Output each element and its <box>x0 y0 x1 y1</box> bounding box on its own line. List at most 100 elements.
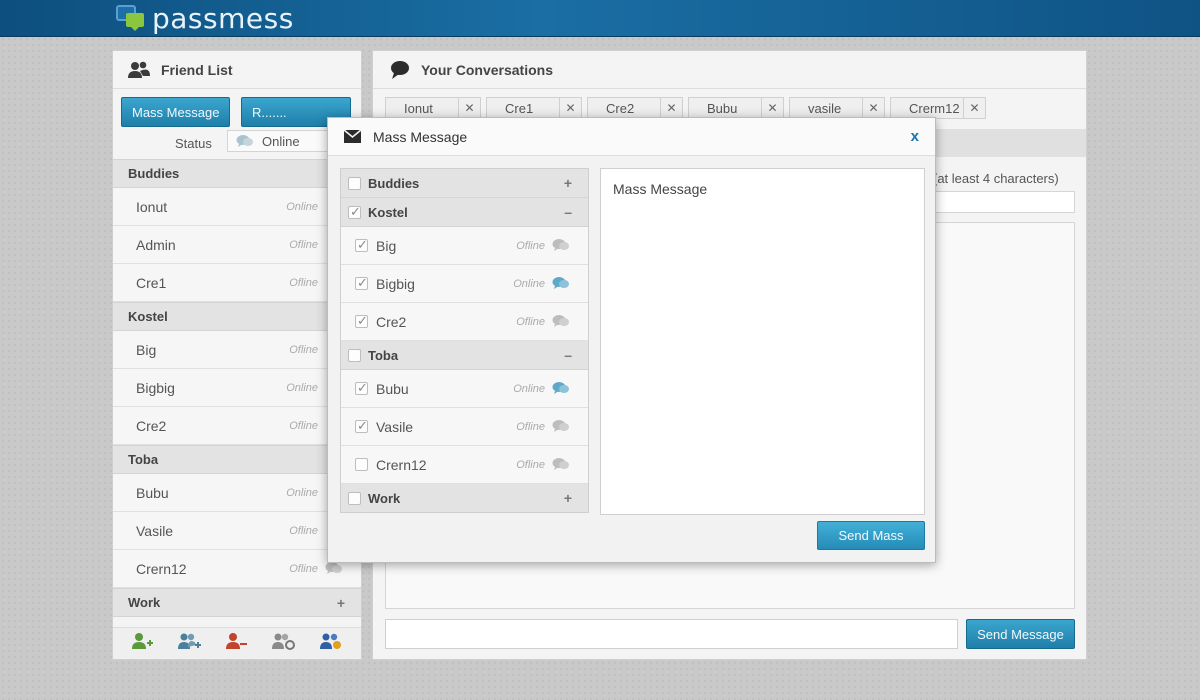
group-checkbox[interactable] <box>348 492 361 505</box>
collapse-icon[interactable]: – <box>564 347 572 363</box>
recipient-name: Big <box>376 237 397 254</box>
close-icon[interactable]: ✕ <box>458 98 480 118</box>
recipient-checkbox[interactable]: ✓ <box>355 313 368 328</box>
friend-row[interactable]: Crern12 Ofline <box>113 550 361 588</box>
conversation-tab[interactable]: Crerm12 ✕ <box>890 97 986 119</box>
chat-bubble-icon[interactable] <box>552 238 570 255</box>
friend-list-header: Friend List <box>113 51 361 89</box>
friend-status: Ofline <box>289 419 318 432</box>
friend-status: Online <box>286 200 318 213</box>
conversation-tab[interactable]: Cre2 ✕ <box>587 97 683 119</box>
recipient-item[interactable]: ✓ Bigbig Online <box>341 265 588 303</box>
group-work[interactable]: Work + <box>113 588 361 617</box>
close-icon[interactable]: ✕ <box>963 98 985 118</box>
expand-icon[interactable]: + <box>564 490 572 506</box>
status-label: Status <box>175 136 212 151</box>
recipient-item[interactable]: ✓ Bubu Online <box>341 370 588 408</box>
chat-bubble-icon[interactable] <box>325 561 343 578</box>
chat-bubble-icon[interactable] <box>552 314 570 331</box>
tab-label: Ionut <box>404 100 433 116</box>
friend-name: Crern12 <box>136 560 187 577</box>
recipient-status: Ofline <box>516 458 545 471</box>
settings-group-icon[interactable] <box>319 632 343 655</box>
logo[interactable]: passmess <box>116 1 294 35</box>
speech-bubble-icon <box>389 60 411 80</box>
close-dialog-button[interactable]: x <box>911 128 919 145</box>
friends-icon <box>127 61 151 79</box>
conversation-tab[interactable]: Bubu ✕ <box>688 97 784 119</box>
recipient-checkbox[interactable]: ✓ <box>355 237 368 252</box>
recipient-group-work[interactable]: Work + <box>341 484 588 512</box>
friend-row[interactable]: Admin Ofline <box>113 226 361 264</box>
recipient-status: Ofline <box>516 315 545 328</box>
recipient-item[interactable]: Crern12 Ofline <box>341 446 588 484</box>
recipient-checkbox[interactable]: ✓ <box>355 275 368 290</box>
recipient-checkbox[interactable] <box>355 458 368 471</box>
recipient-item[interactable]: ✓ Vasile Ofline <box>341 408 588 446</box>
group-name: Work <box>128 595 161 610</box>
close-icon[interactable]: ✕ <box>761 98 783 118</box>
conversation-tab[interactable]: Ionut ✕ <box>385 97 481 119</box>
chat-bubble-icon[interactable] <box>552 457 570 474</box>
friend-row[interactable]: Cre1 Ofline <box>113 264 361 302</box>
send-message-button[interactable]: Send Message <box>966 619 1075 649</box>
friend-row[interactable]: Cre2 Ofline <box>113 407 361 445</box>
expand-icon[interactable]: + <box>337 595 345 611</box>
add-group-icon[interactable] <box>177 632 201 655</box>
conversation-tab[interactable]: vasile ✕ <box>789 97 885 119</box>
close-icon[interactable]: ✕ <box>559 98 581 118</box>
chat-bubble-icon <box>236 134 254 148</box>
group-toba[interactable]: Toba <box>113 445 361 474</box>
send-mass-button[interactable]: Send Mass <box>817 521 925 550</box>
recipient-item[interactable]: ✓ Cre2 Ofline <box>341 303 588 341</box>
status-row: Status Online <box>113 129 361 159</box>
status-select[interactable]: Online <box>227 130 337 152</box>
friend-row[interactable]: Ionut Online <box>113 188 361 226</box>
group-checkbox[interactable] <box>348 177 361 190</box>
mass-message-textarea[interactable]: Mass Message <box>600 168 925 515</box>
friend-name: Cre2 <box>136 417 167 434</box>
friend-row[interactable]: Vasile Ofline <box>113 512 361 550</box>
logo-text: passmess <box>152 1 294 35</box>
chat-bubble-icon[interactable] <box>552 381 570 398</box>
logo-icon <box>116 3 148 33</box>
close-icon[interactable]: ✕ <box>660 98 682 118</box>
recipient-item[interactable]: ✓ Big Ofline <box>341 227 588 265</box>
topic-input[interactable] <box>933 191 1075 213</box>
friend-row[interactable]: Big Ofline <box>113 331 361 369</box>
conversation-tab[interactable]: Cre1 ✕ <box>486 97 582 119</box>
recipient-status: Online <box>513 277 545 290</box>
dialog-title: Mass Message <box>373 128 468 145</box>
group-buddies[interactable]: Buddies <box>113 159 361 188</box>
message-input[interactable] <box>385 619 958 649</box>
recipient-checkbox[interactable]: ✓ <box>355 380 368 395</box>
recipient-name: Cre2 <box>376 313 407 330</box>
friend-row[interactable]: Bubu Online <box>113 474 361 512</box>
friend-actions: Mass Message R....... <box>113 89 361 129</box>
recipient-group-buddies[interactable]: Buddies + <box>341 169 588 198</box>
recipient-group-toba[interactable]: Toba – <box>341 341 588 370</box>
mass-message-button[interactable]: Mass Message <box>121 97 230 127</box>
friend-list-footer <box>113 627 361 659</box>
group-kostel[interactable]: Kostel <box>113 302 361 331</box>
dialog-header: Mass Message x <box>328 118 935 156</box>
group-checkbox[interactable]: ✓ <box>348 204 361 219</box>
friend-row[interactable]: Bigbig Online <box>113 369 361 407</box>
expand-icon[interactable]: + <box>564 175 572 191</box>
edit-group-icon[interactable] <box>271 632 295 655</box>
friend-name: Bubu <box>136 484 169 501</box>
group-checkbox[interactable] <box>348 349 361 362</box>
status-value: Online <box>262 133 300 149</box>
chat-bubble-icon[interactable] <box>552 419 570 436</box>
close-icon[interactable]: ✕ <box>862 98 884 118</box>
tab-label: Bubu <box>707 100 738 116</box>
remove-friend-icon[interactable] <box>225 632 247 655</box>
friend-list-title: Friend List <box>161 61 233 78</box>
recipient-group-kostel[interactable]: ✓ Kostel – <box>341 198 588 227</box>
recipient-checkbox[interactable]: ✓ <box>355 418 368 433</box>
add-friend-icon[interactable] <box>131 632 153 655</box>
friend-name: Vasile <box>136 522 174 539</box>
friend-status: Ofline <box>289 276 318 289</box>
chat-bubble-icon[interactable] <box>552 276 570 293</box>
collapse-icon[interactable]: – <box>564 204 572 220</box>
